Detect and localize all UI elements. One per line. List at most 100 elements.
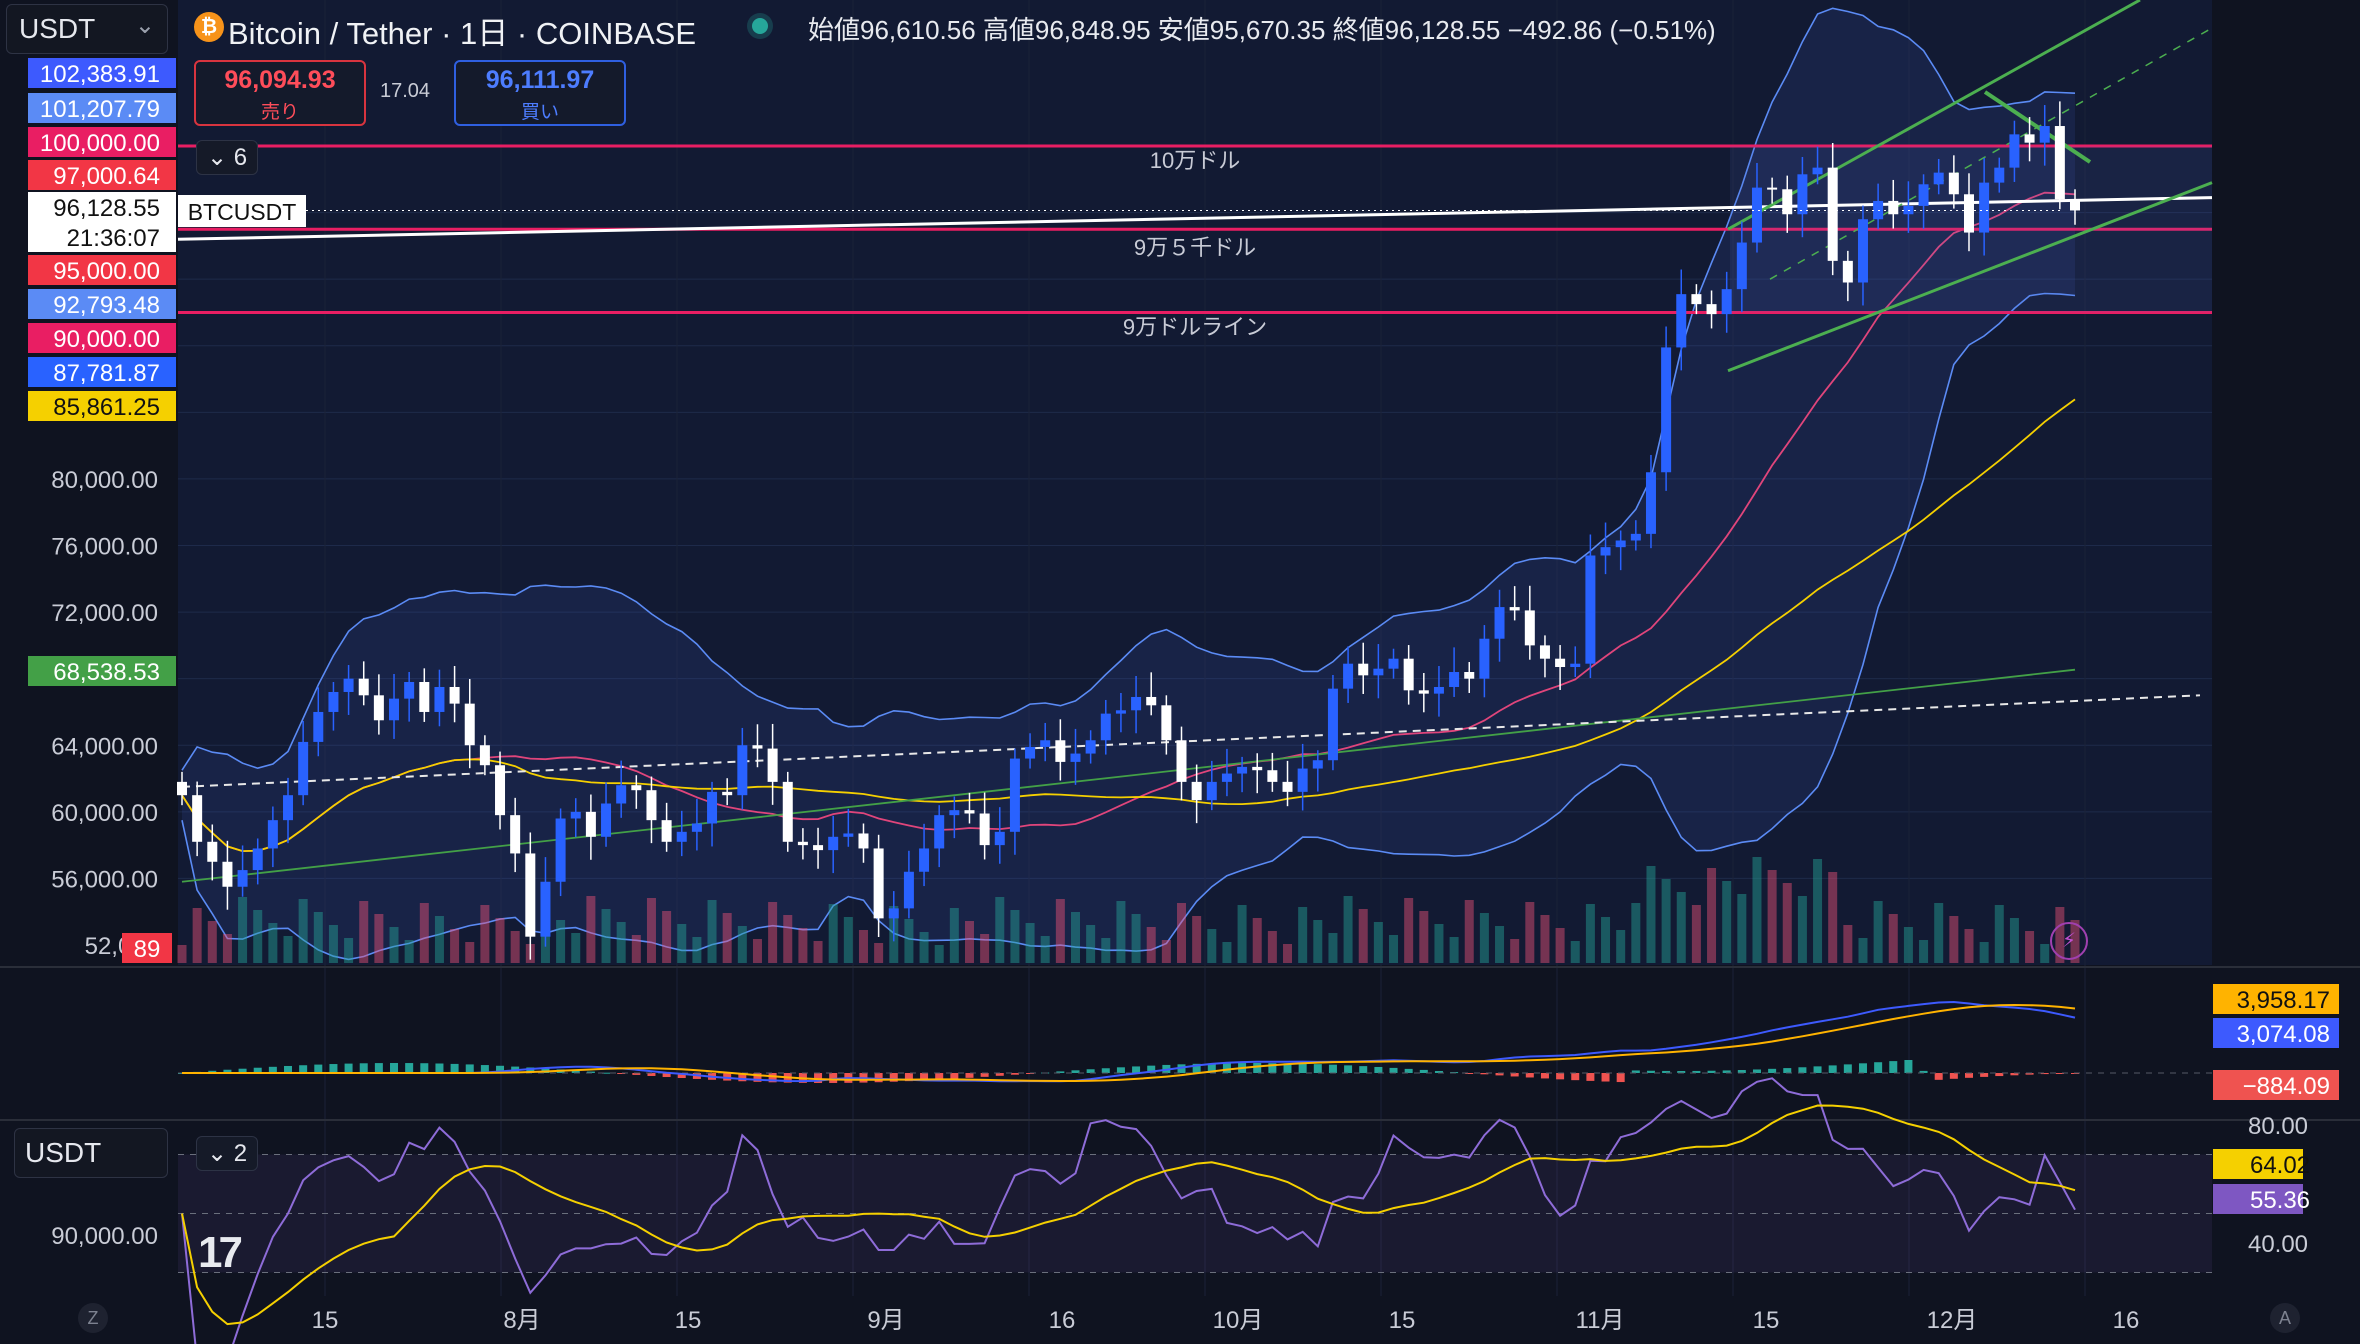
chevron-down-icon: ⌄ (134, 12, 155, 39)
candle-body (328, 691, 339, 712)
volume-bar (1404, 898, 1414, 963)
time-tick-label: 16 (2113, 1307, 2140, 1334)
candle-body (1767, 187, 1778, 190)
candle-body (540, 881, 551, 937)
candle-body (495, 765, 506, 816)
macd-histogram-bar (1389, 1067, 1398, 1073)
symbol-selector[interactable]: USDT ⌄ (6, 4, 168, 54)
macd-histogram-bar (1646, 1070, 1655, 1073)
volume-bar (1131, 914, 1141, 963)
time-tick-label: 15 (675, 1307, 702, 1334)
price-tick-label: 76,000.00 (51, 534, 158, 561)
candle-body (1176, 740, 1187, 782)
macd-histogram-bar (1964, 1073, 1973, 1078)
candle-body (691, 823, 702, 832)
trading-chart[interactable]: 10万ドル 9万５千ドル 9万ドルライン 80,000.00 76,000.00 72,… (0, 0, 2360, 1344)
candle-body (1994, 167, 2005, 183)
candle-body (1070, 753, 1081, 762)
lightning-icon[interactable]: ⚡ (2050, 922, 2088, 960)
price-badge-text: 96,128.55 (53, 195, 160, 222)
time-tick-label: 16 (1049, 1307, 1076, 1334)
volume-bar (843, 917, 853, 963)
candle-body (1418, 690, 1429, 694)
volume-bar (646, 898, 656, 963)
auto-scale-button[interactable]: A (2270, 1303, 2300, 1333)
macd-histogram-bar (1510, 1073, 1519, 1077)
spread-value: 17.04 (380, 80, 431, 102)
candle-body (1146, 696, 1157, 706)
volume-bar (1161, 940, 1171, 963)
candle-body (1115, 710, 1126, 714)
volume-bar (616, 922, 626, 963)
macd-histogram-bar (1980, 1073, 1989, 1077)
volume-bar (495, 918, 505, 963)
candle-body (676, 831, 687, 842)
macd-histogram-bar (1858, 1063, 1867, 1073)
volume-bar (1540, 915, 1550, 963)
time-tick-label: 9月 (867, 1307, 904, 1334)
price-badge-text: 87,781.87 (53, 360, 160, 387)
volume-bar (1070, 912, 1080, 963)
volume-bar (1055, 899, 1065, 963)
indicators-collapse-button[interactable]: ⌄ 6 (196, 140, 259, 175)
rsi-value-text: 64.02 (2250, 1152, 2310, 1179)
price-badge-text: 100,000.00 (40, 130, 160, 157)
candle-body (419, 681, 430, 712)
macd-histogram-bar (950, 1073, 959, 1079)
candle-body (358, 678, 369, 696)
volume-bar (1873, 901, 1883, 963)
macd-histogram-bar (1298, 1063, 1307, 1073)
macd-histogram-bar (1616, 1073, 1625, 1083)
candle-body (707, 791, 718, 824)
volume-bar (328, 925, 338, 963)
candle-body (1676, 294, 1687, 348)
hline-label: 9万ドルライン (1123, 314, 1267, 339)
candle-body (313, 711, 324, 742)
rsi-collapse-button[interactable]: ⌄ 2 (196, 1136, 259, 1171)
candle-body (1751, 187, 1762, 243)
candle-body (2070, 199, 2080, 211)
volume-bar (1994, 905, 2004, 963)
macd-value-text: −884.09 (2243, 1073, 2330, 1100)
candle-body (570, 811, 581, 819)
volume-bar (828, 904, 838, 963)
macd-histogram-bar (1783, 1068, 1792, 1073)
macd-histogram-bar (1813, 1066, 1822, 1073)
volume-bar (1267, 931, 1277, 963)
macd-histogram-bar (1116, 1067, 1125, 1073)
rsi-symbol-selector[interactable]: USDT (14, 1128, 168, 1178)
price-badge-text: 95,000.00 (53, 258, 160, 285)
candle-body (1009, 758, 1020, 832)
candle-body (1373, 668, 1384, 676)
macd-histogram-bar (1949, 1073, 1958, 1079)
sell-label: 売り (260, 102, 299, 123)
rsi-left-label: 90,000.00 (51, 1223, 158, 1250)
macd-histogram-bar (1525, 1073, 1534, 1078)
volume-bar (1934, 903, 1944, 963)
chart-title[interactable]: Bitcoin / Tether · 1日 · COINBASE (228, 8, 696, 53)
price-tick-label: 80,000.00 (51, 467, 158, 494)
volume-bar (1358, 909, 1368, 963)
candle-body (389, 698, 400, 721)
candle-body (1555, 658, 1566, 668)
timezone-button[interactable]: Z (78, 1303, 108, 1333)
volume-bar (344, 938, 354, 963)
candle-body (2054, 126, 2065, 200)
rsi-symbol-label: USDT (25, 1137, 102, 1168)
candle-body (1691, 294, 1702, 305)
volume-bar (1510, 939, 1520, 963)
volume-bar (1207, 929, 1217, 963)
candle-body (919, 848, 930, 872)
buy-button[interactable]: 96,111.97 買い (454, 60, 626, 126)
time-tick-label: 11月 (1576, 1307, 1625, 1334)
sell-button[interactable]: 96,094.93 売り (194, 60, 366, 126)
rsi-value-text: 55.36 (2250, 1187, 2310, 1214)
candle-body (464, 703, 475, 746)
macd-histogram-bar (359, 1063, 368, 1073)
candle-body (1221, 773, 1232, 782)
candle-body (1661, 347, 1672, 473)
volume-bar (374, 914, 384, 963)
macd-value-text: 3,074.08 (2237, 1021, 2330, 1048)
candle-body (1630, 533, 1641, 541)
hline-label: 9万５千ドル (1134, 235, 1256, 260)
